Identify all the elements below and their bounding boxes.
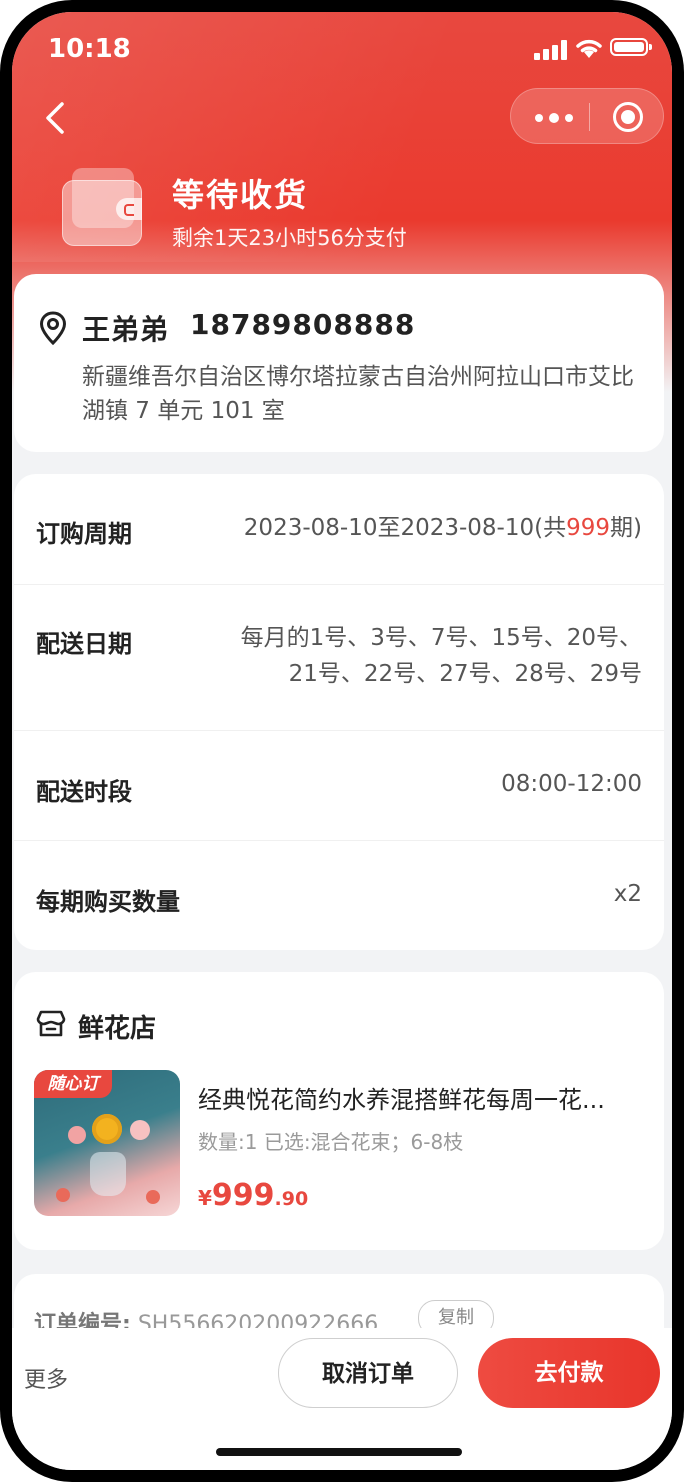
period-suffix: 期) [610,515,642,541]
wallet-icon [62,168,142,246]
period-label: 订购周期 [36,520,132,548]
status-bar: 10:18 [12,12,672,72]
period-range: 2023-08-10至2023-08-10(共 [243,515,567,541]
quantity-label: 每期购买数量 [36,888,180,916]
product-title[interactable]: 经典悦花简约水养混搭鲜花每周一花... [198,1080,638,1115]
shop-card: 鲜花店 随心订 经典悦花简约水养混搭鲜花每周一花... 数量:1 已选:混合花束… [14,972,664,1250]
delivery-time-row: 配送时段 08:00-12:00 [14,730,664,841]
phone-frame: 10:18 等待收货 剩余1天23小时56分支付 王弟弟 18789808888… [0,0,684,1482]
delivery-time-value: 08:00-12:00 [501,771,642,797]
delivery-time-label: 配送时段 [36,778,132,806]
cancel-order-button[interactable]: 取消订单 [278,1338,458,1408]
address-card[interactable]: 王弟弟 18789808888 新疆维吾尔自治区博尔塔拉蒙古自治州阿拉山口市艾比… [14,274,664,452]
price-decimal: .90 [274,1188,309,1210]
period-row: 订购周期 2023-08-10至2023-08-10(共999期) [14,474,664,585]
period-count: 999 [566,515,611,541]
product-image[interactable]: 随心订 [34,1070,180,1216]
wifi-icon [576,39,602,58]
status-time: 10:18 [48,34,131,64]
quantity-value: x2 [613,881,642,907]
more-dots-icon[interactable] [535,101,575,131]
battery-icon [610,38,652,56]
subscription-info-card: 订购周期 2023-08-10至2023-08-10(共999期) 配送日期 每… [14,474,664,950]
product-badge: 随心订 [34,1070,112,1098]
pay-button[interactable]: 去付款 [478,1338,660,1408]
location-pin-icon [39,311,67,346]
recipient-phone: 18789808888 [190,308,416,341]
price-symbol: ¥ [198,1186,212,1210]
delivery-date-row: 配送日期 每月的1号、3号、7号、15号、20号、 21号、22号、27号、28… [14,584,664,731]
product-price: ¥999.90 [198,1178,308,1213]
screen: 10:18 等待收货 剩余1天23小时56分支付 王弟弟 18789808888… [12,12,672,1470]
delivery-date-line1: 每月的1号、3号、7号、15号、20号、 [240,625,642,651]
address-detail: 新疆维吾尔自治区博尔塔拉蒙古自治州阿拉山口市艾比湖镇 7 单元 101 室 [82,364,634,424]
recipient-name: 王弟弟 [82,313,170,346]
target-icon[interactable] [613,102,643,132]
product-spec: 数量:1 已选:混合花束；6-8枝 [198,1130,464,1154]
price-integer: 999 [211,1178,275,1213]
shop-icon [36,1010,66,1037]
delivery-date-label: 配送日期 [36,630,132,658]
signal-icon [534,40,568,60]
back-icon[interactable] [36,98,76,138]
mini-program-capsule [510,88,664,144]
shop-name[interactable]: 鲜花店 [78,1008,156,1045]
quantity-row: 每期购买数量 x2 [14,840,664,950]
order-state-countdown: 剩余1天23小时56分支付 [172,226,407,250]
delivery-date-line2: 21号、22号、27号、28号、29号 [288,661,642,687]
period-value: 2023-08-10至2023-08-10(共999期) [244,510,642,546]
order-state-title: 等待收货 [172,176,309,214]
home-indicator [216,1448,462,1456]
more-link[interactable]: 更多 [24,1362,68,1394]
delivery-date-value: 每月的1号、3号、7号、15号、20号、 21号、22号、27号、28号、29号 [241,620,642,692]
